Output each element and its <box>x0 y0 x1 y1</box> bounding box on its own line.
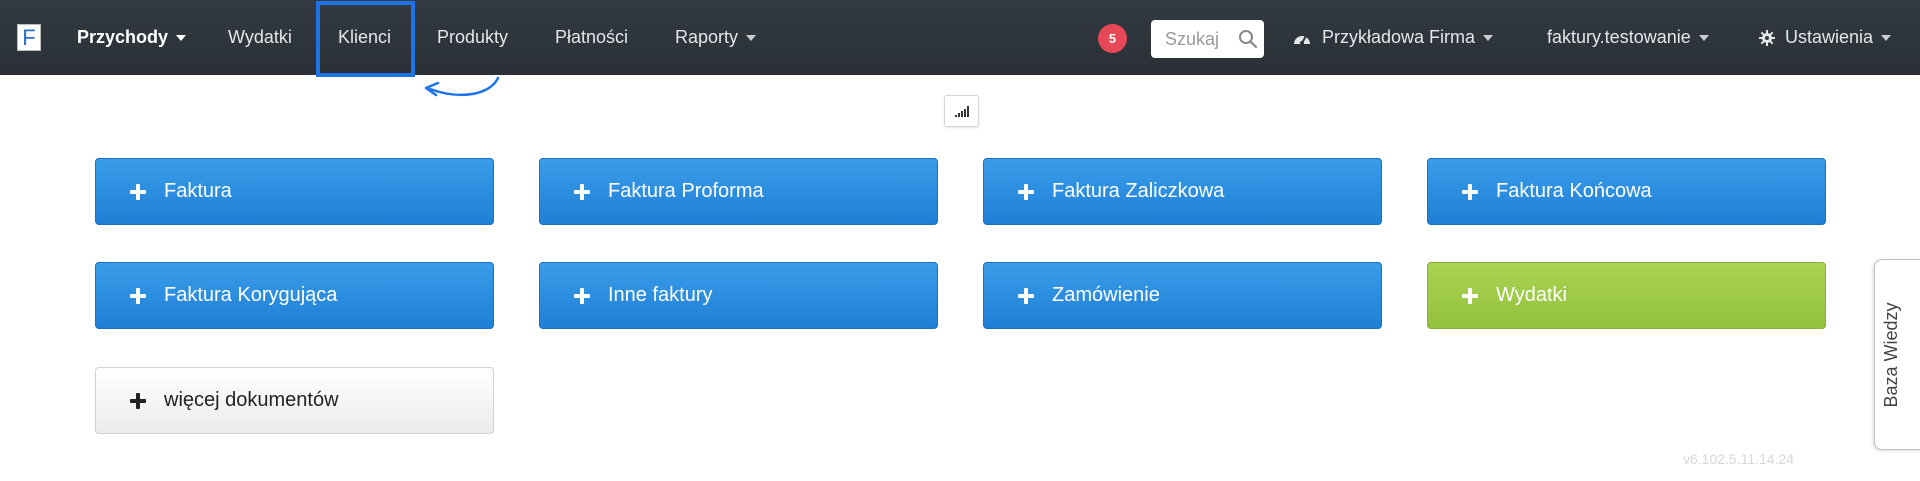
nav-item-label: Produkty <box>437 27 509 47</box>
nav-item-platnosci[interactable]: Płatności <box>555 0 628 75</box>
signal-widget[interactable] <box>944 95 979 127</box>
plus-icon <box>130 287 146 304</box>
button-label: Wydatki <box>1496 284 1567 306</box>
caret-down-icon <box>1881 34 1892 41</box>
plus-icon <box>1018 183 1034 200</box>
caret-down-icon <box>176 34 187 41</box>
nav-item-label: Klienci <box>338 27 392 47</box>
version-label: v6.102.5.11.14.24 <box>1683 451 1795 467</box>
caret-down-icon <box>746 34 757 41</box>
button-label: Faktura Korygująca <box>164 284 338 306</box>
plus-icon <box>1018 287 1034 304</box>
add-zamowienie-button[interactable]: Zamówienie <box>983 262 1382 329</box>
button-label: Faktura Końcowa <box>1496 180 1652 202</box>
plus-icon <box>1462 183 1478 200</box>
search-input[interactable] <box>1165 28 1245 50</box>
company-menu[interactable]: Przykładowa Firma <box>1292 0 1494 75</box>
search-box <box>1151 20 1264 58</box>
nav-item-raporty[interactable]: Raporty <box>675 0 757 75</box>
button-label: Inne faktury <box>608 284 713 306</box>
button-label: Faktura <box>164 180 232 202</box>
gear-icon <box>1759 29 1775 46</box>
add-faktura-button[interactable]: Faktura <box>95 158 494 225</box>
plus-icon <box>1462 287 1478 304</box>
annotation-arrow-icon <box>424 76 500 97</box>
nav-item-label: Płatności <box>555 27 629 47</box>
nav-item-label: Raporty <box>675 27 739 47</box>
add-wydatki-button[interactable]: Wydatki <box>1427 262 1826 329</box>
nav-item-label: Wydatki <box>228 27 292 47</box>
account-menu[interactable]: faktury.testowanie <box>1547 0 1709 75</box>
add-inne-faktury-button[interactable]: Inne faktury <box>539 262 938 329</box>
dashboard-icon <box>1292 30 1312 46</box>
app-logo[interactable]: F <box>17 24 41 51</box>
notification-badge[interactable]: 5 <box>1098 24 1127 53</box>
signal-bars-icon <box>955 106 969 117</box>
add-faktura-proforma-button[interactable]: Faktura Proforma <box>539 158 938 225</box>
nav-item-klienci[interactable]: Klienci <box>338 0 391 75</box>
nav-item-produkty[interactable]: Produkty <box>437 0 508 75</box>
plus-icon <box>130 183 146 200</box>
nav-item-wydatki[interactable]: Wydatki <box>228 0 292 75</box>
button-label: Faktura Proforma <box>608 180 764 202</box>
plus-icon <box>130 392 146 409</box>
caret-down-icon <box>1698 34 1709 41</box>
settings-label: Ustawienia <box>1785 27 1874 47</box>
plus-icon <box>574 183 590 200</box>
add-faktura-korygujaca-button[interactable]: Faktura Korygująca <box>95 262 494 329</box>
settings-menu[interactable]: Ustawienia <box>1759 0 1892 75</box>
nav-item-label: Przychody <box>77 27 169 47</box>
nav-item-przychody[interactable]: Przychody <box>77 0 187 75</box>
plus-icon <box>574 287 590 304</box>
account-name: faktury.testowanie <box>1547 27 1691 47</box>
company-name: Przykładowa Firma <box>1322 27 1476 47</box>
search-icon[interactable] <box>1238 29 1258 49</box>
add-faktura-zaliczkowa-button[interactable]: Faktura Zaliczkowa <box>983 158 1382 225</box>
more-documents-button[interactable]: więcej dokumentów <box>95 367 494 434</box>
caret-down-icon <box>1483 34 1494 41</box>
button-label: Zamówienie <box>1052 284 1160 306</box>
top-navbar: F Przychody Wydatki Klienci Produkty Pła… <box>0 0 1920 77</box>
knowledge-base-tab[interactable]: Baza Wiedzy <box>1874 259 1920 450</box>
add-faktura-koncowa-button[interactable]: Faktura Końcowa <box>1427 158 1826 225</box>
button-label: więcej dokumentów <box>164 389 339 411</box>
button-label: Faktura Zaliczkowa <box>1052 180 1225 202</box>
knowledge-base-label: Baza Wiedzy <box>1880 301 1901 408</box>
